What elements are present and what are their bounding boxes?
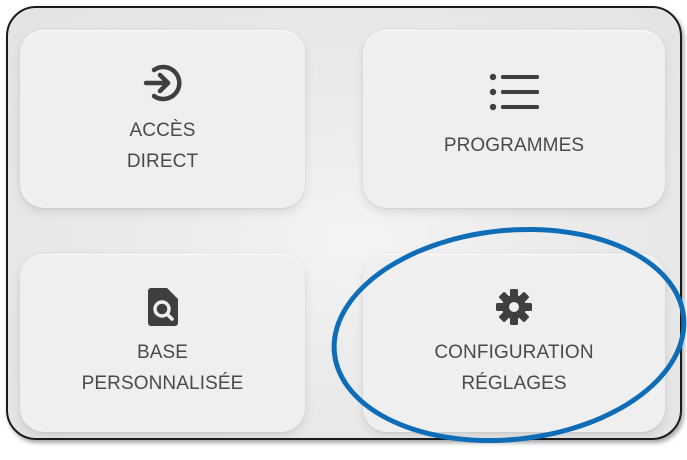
programmes-label: PROGRAMMES (443, 134, 585, 156)
base-personnalisee-label-line2: PERSONNALISÉE (81, 373, 244, 394)
base-personnalisee-label-line1: BASE (136, 342, 189, 363)
acces-direct-label-line1: ACCÈS (129, 120, 196, 141)
acces-direct-button[interactable]: ACCÈS DIRECT (20, 30, 305, 208)
configuration-label-line1: CONFIGURATION (434, 342, 594, 363)
base-personnalisee-button[interactable]: BASE PERSONNALISÉE (20, 254, 305, 432)
programmes-button[interactable]: PROGRAMMES (363, 30, 665, 208)
configuration-reglages-button[interactable]: CONFIGURATION RÉGLAGES (363, 254, 665, 432)
login-arrow-icon (143, 64, 182, 102)
gear-icon (496, 289, 532, 325)
list-icon (489, 73, 539, 110)
search-document-icon (147, 288, 178, 326)
reglages-label-line2: RÉGLAGES (461, 373, 567, 394)
acces-direct-label-line2: DIRECT (126, 151, 199, 172)
menu-panel: ACCÈS DIRECT PROGRAMMES BASE PERSONNALIS… (6, 6, 682, 440)
